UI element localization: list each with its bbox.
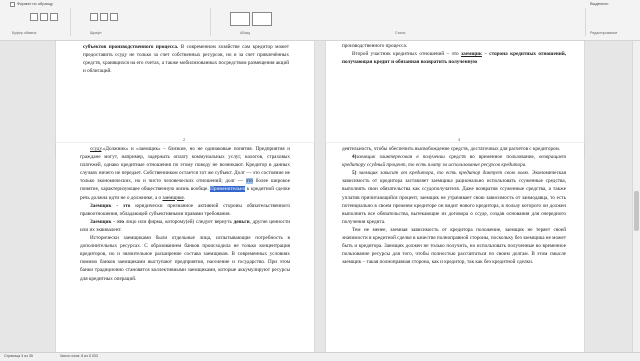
ribbon-separator (585, 8, 586, 36)
group-label-paragraph: Абзац (240, 31, 251, 35)
page-text[interactable]: ссуду.«Должник» и «заемщик» – близкие, н… (80, 145, 290, 283)
select-button[interactable]: Выделить (590, 1, 608, 6)
align-justify-icon[interactable] (110, 13, 118, 21)
page[interactable]: субъектов производственного процесса. В … (56, 41, 314, 158)
page[interactable]: производственного процесса. Второй участн… (326, 41, 584, 158)
ribbon-separator (70, 8, 71, 36)
group-label-styles: Стили (395, 31, 406, 35)
page-text[interactable]: производственного процесса. Второй участн… (342, 42, 566, 66)
group-label-editing: Редактирование (590, 31, 618, 35)
word-count[interactable]: Число слов: 8 из 5 033 (60, 354, 98, 358)
style-heading-icon[interactable] (252, 12, 272, 26)
document-canvas[interactable]: субъектов производственного процесса. В … (0, 41, 632, 352)
font-italic-icon[interactable] (40, 13, 48, 21)
font-bold-icon[interactable] (30, 13, 38, 21)
page-number: 2 (183, 137, 185, 142)
group-label-clipboard: Буфер обмена (12, 31, 37, 35)
group-label-font: Шрифт (90, 31, 102, 35)
page-counter[interactable]: Страница 3 из 35 (4, 354, 33, 358)
scrollbar-thumb[interactable] (634, 191, 639, 231)
page-text[interactable]: деятельность, чтобы обеспечить высвобожд… (342, 145, 566, 266)
align-center-icon[interactable] (100, 13, 108, 21)
align-left-icon[interactable] (90, 13, 98, 21)
page-text[interactable]: субъектов производственного процесса. В … (83, 43, 289, 75)
font-underline-icon[interactable] (50, 13, 58, 21)
style-normal-icon[interactable] (230, 12, 250, 26)
format-painter-button[interactable]: Формат по образцу (17, 1, 53, 6)
ribbon-separator (210, 8, 211, 36)
ribbon: Формат по образцу Выделить Буфер обмена … (0, 0, 640, 41)
page-number: 4 (458, 137, 460, 142)
ribbon-top-row: Формат по образцу Выделить (0, 0, 640, 10)
clipboard-icon[interactable] (10, 2, 15, 7)
vertical-scrollbar[interactable] (632, 41, 640, 352)
page[interactable]: ссуду.«Должник» и «заемщик» – близкие, н… (56, 143, 314, 352)
page[interactable]: деятельность, чтобы обеспечить высвобожд… (326, 143, 584, 352)
